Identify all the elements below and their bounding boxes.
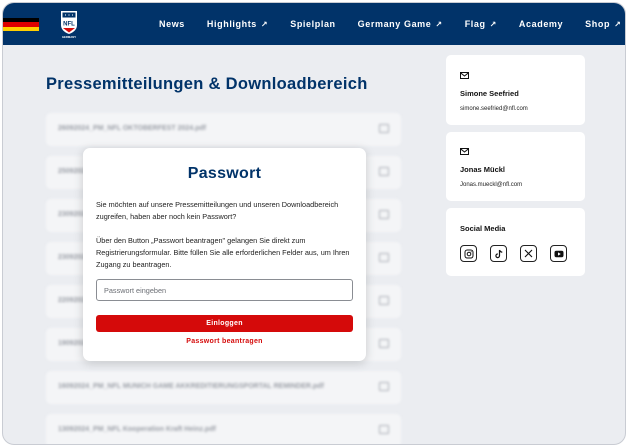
password-modal: Passwort Sie möchten auf unsere Pressemi… (83, 148, 366, 361)
nav-highlights[interactable]: Highlights ↗ (207, 19, 268, 29)
request-password-link[interactable]: Passwort beantragen (83, 338, 366, 345)
file-row[interactable]: 16092024_PM_NFL MUNICH GAME AKKREDITIERU… (46, 371, 401, 404)
nav-germany-game[interactable]: Germany Game ↗ (358, 19, 443, 29)
page-title: Pressemitteilungen & Downloadbereich (46, 75, 368, 93)
contact-card: Simone Seefried simone.seefried@nfl.com (446, 55, 585, 125)
modal-instructions-text: Über den Button „Passwort beantragen" ge… (96, 236, 350, 269)
site-header: NFL GERMANY News Highlights ↗ Spielplan G… (3, 3, 625, 45)
download-icon[interactable] (379, 210, 389, 219)
modal-title: Passwort (187, 165, 262, 182)
login-button[interactable]: Einloggen (96, 315, 353, 332)
file-name: 16092024_PM_NFL MUNICH GAME AKKREDITIERU… (58, 383, 324, 390)
browser-frame: NFL GERMANY News Highlights ↗ Spielplan G… (2, 2, 626, 445)
download-icon[interactable] (379, 167, 389, 176)
nav-news[interactable]: News (159, 19, 185, 29)
nav-shop[interactable]: Shop ↗ (585, 19, 621, 29)
instagram-icon[interactable] (460, 245, 477, 262)
svg-text:NFL: NFL (63, 22, 75, 28)
file-name: 26092024_PM_NFL OKTOBERFEST 2024.pdf (58, 125, 206, 132)
svg-text:GERMANY: GERMANY (62, 35, 76, 39)
contact-name: Jonas Mückl (460, 165, 506, 174)
contact-card: Jonas Mückl Jonas.mueckl@nfl.com (446, 132, 585, 201)
germany-flag-icon[interactable] (3, 18, 39, 31)
contact-email[interactable]: simone.seefried@nfl.com (460, 106, 528, 112)
youtube-icon[interactable] (550, 245, 567, 262)
social-title: Social Media (460, 224, 506, 233)
mail-icon (460, 148, 469, 155)
external-link-icon: ↗ (614, 19, 622, 29)
social-links (460, 245, 567, 262)
modal-intro-text: Sie möchten auf unsere Pressemitteilunge… (96, 200, 339, 221)
contact-email[interactable]: Jonas.mueckl@nfl.com (460, 182, 522, 188)
download-icon[interactable] (379, 124, 389, 133)
tiktok-icon[interactable] (490, 245, 507, 262)
external-link-icon: ↗ (260, 19, 269, 29)
external-link-icon: ↗ (435, 19, 443, 29)
nav-spielplan[interactable]: Spielplan (290, 19, 335, 29)
file-name: 13092024_PM_NFL Kooperation Kraft Heinz.… (58, 426, 216, 433)
social-media-card: Social Media (446, 208, 585, 276)
download-icon[interactable] (379, 425, 389, 434)
main-nav: News Highlights ↗ Spielplan Germany Game ↗… (159, 3, 621, 45)
download-icon[interactable] (379, 296, 389, 305)
nav-flag[interactable]: Flag ↗ (465, 19, 497, 29)
mail-icon (460, 72, 469, 79)
download-icon[interactable] (379, 253, 389, 262)
external-link-icon: ↗ (489, 19, 497, 29)
file-row[interactable]: 26092024_PM_NFL OKTOBERFEST 2024.pdf (46, 113, 401, 146)
download-icon[interactable] (379, 382, 389, 391)
x-icon[interactable] (520, 245, 537, 262)
password-input[interactable] (96, 279, 353, 301)
nfl-logo-icon[interactable]: NFL GERMANY (59, 9, 79, 39)
contact-name: Simone Seefried (460, 89, 519, 98)
download-icon[interactable] (379, 339, 389, 348)
nav-academy[interactable]: Academy (519, 19, 563, 29)
file-row[interactable]: 13092024_PM_NFL Kooperation Kraft Heinz.… (46, 414, 401, 444)
